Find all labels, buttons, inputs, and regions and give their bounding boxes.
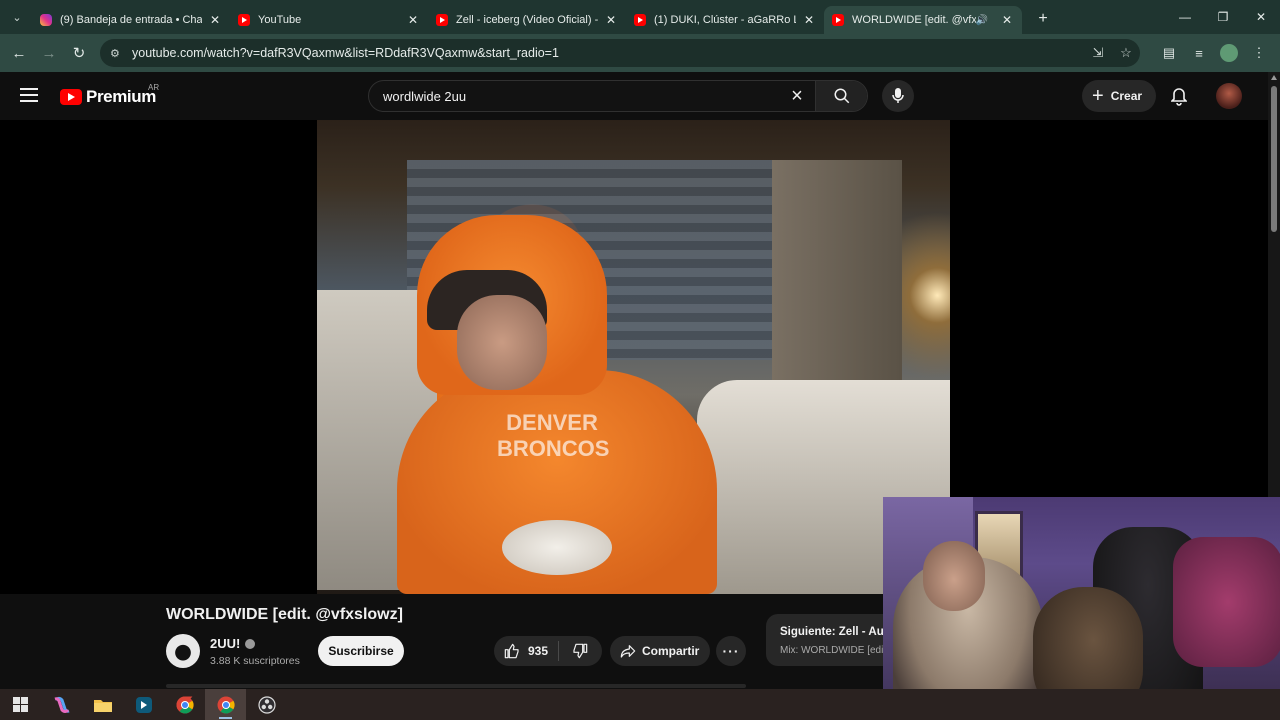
- tab-close-icon[interactable]: ✕: [406, 13, 420, 27]
- search-input[interactable]: wordlwide 2uu: [369, 89, 779, 104]
- like-count: 935: [528, 644, 549, 658]
- microphone-icon: [892, 88, 904, 103]
- tab-close-icon[interactable]: ✕: [1000, 13, 1014, 27]
- plus-icon: +: [1092, 85, 1104, 107]
- streamer-head: [923, 541, 985, 611]
- voice-search-button[interactable]: [882, 80, 914, 112]
- brand-label: Premium: [86, 87, 156, 106]
- hamburger-menu-icon[interactable]: [20, 88, 38, 102]
- tab-youtube[interactable]: YouTube ✕: [230, 6, 428, 34]
- webcam-overlay: [883, 497, 1280, 720]
- search-button[interactable]: [815, 81, 867, 111]
- subscriber-count: 3.88 K suscriptores: [210, 655, 300, 667]
- profile-icon[interactable]: [1214, 38, 1244, 68]
- channel-avatar[interactable]: [166, 634, 200, 668]
- scroll-up-arrow-icon[interactable]: [1271, 75, 1277, 80]
- subscribe-button[interactable]: Suscribirse: [318, 636, 404, 666]
- create-label: Crear: [1110, 89, 1143, 103]
- pink-blanket: [1173, 537, 1280, 667]
- tab-close-icon[interactable]: ✕: [604, 13, 618, 27]
- forward-button[interactable]: →: [34, 38, 64, 68]
- face: [457, 295, 547, 390]
- back-button[interactable]: ←: [4, 38, 34, 68]
- browser-toolbar: ← → ↻ ⚙ youtube.com/watch?v=dafR3VQaxmw&…: [0, 34, 1280, 72]
- tab-title: (1) DUKI, Clúster - aGaRRo La P: [654, 14, 796, 26]
- channel-name[interactable]: 2UU!: [210, 636, 240, 651]
- tab-title: YouTube: [258, 14, 302, 26]
- omnibox-actions: ⇲ ☆: [1084, 39, 1140, 67]
- tab-worldwide-active[interactable]: WORLDWIDE [edit. @vfxslo 🔊 ✕: [824, 6, 1022, 34]
- youtube-masthead: Premium AR wordlwide 2uu × + Crear: [0, 72, 1268, 120]
- youtube-icon: [634, 14, 646, 26]
- url-text[interactable]: youtube.com/watch?v=dafR3VQaxmw&list=RDd…: [132, 46, 559, 60]
- video-frame[interactable]: DENVER BRONCOS: [317, 120, 950, 594]
- obs-icon[interactable]: [246, 689, 287, 720]
- new-tab-button[interactable]: +: [1030, 6, 1056, 32]
- reload-button[interactable]: ↻: [64, 38, 94, 68]
- youtube-play-icon: [60, 89, 82, 105]
- tab-zell-iceberg[interactable]: Zell - iceberg (Video Oficial) - Y ✕: [428, 6, 626, 34]
- chrome-active-window-icon[interactable]: [205, 689, 246, 720]
- minimize-icon[interactable]: —: [1166, 0, 1204, 34]
- youtube-icon: [436, 14, 448, 26]
- up-next-title: Siguiente: Zell - Aura: [780, 626, 895, 638]
- address-bar[interactable]: ⚙ youtube.com/watch?v=dafR3VQaxmw&list=R…: [100, 39, 1140, 67]
- create-button[interactable]: + Crear: [1082, 80, 1156, 112]
- search-icon: [834, 88, 849, 104]
- search-box: wordlwide 2uu ×: [368, 80, 868, 112]
- tab-close-icon[interactable]: ✕: [802, 13, 816, 27]
- install-app-icon[interactable]: ⇲: [1084, 45, 1112, 61]
- close-window-icon[interactable]: ✕: [1242, 0, 1280, 34]
- youtube-icon: [832, 14, 844, 26]
- scrollbar-thumb[interactable]: [1271, 86, 1277, 232]
- share-label: Compartir: [642, 644, 700, 658]
- tab-instagram-chats[interactable]: (9) Bandeja de entrada • Chats ✕: [32, 6, 230, 34]
- site-info-icon[interactable]: ⚙: [110, 47, 130, 60]
- thumbs-down-icon: [573, 643, 588, 659]
- media-controls-icon[interactable]: ≡: [1184, 38, 1214, 68]
- instagram-icon: [40, 14, 52, 26]
- capcut-icon[interactable]: [123, 689, 164, 720]
- channel-name-row[interactable]: 2UU!: [210, 636, 256, 651]
- extensions-icon[interactable]: ▤: [1154, 38, 1184, 68]
- video-title: WORLDWIDE [edit. @vfxslowz]: [166, 606, 403, 623]
- speaker-icon[interactable]: 🔊: [976, 15, 988, 26]
- verified-badge-icon: [245, 639, 256, 649]
- toolbar-right: ▤ ≡ ⋮: [1154, 38, 1274, 68]
- copilot-icon[interactable]: [41, 689, 82, 720]
- tab-title: (9) Bandeja de entrada • Chats: [60, 14, 202, 26]
- share-button[interactable]: Compartir: [610, 636, 710, 666]
- tab-duki-cluster[interactable]: (1) DUKI, Clúster - aGaRRo La P ✕: [626, 6, 824, 34]
- country-code: AR: [148, 83, 160, 92]
- chrome-icon[interactable]: [164, 689, 205, 720]
- description-box-edge: [166, 684, 746, 688]
- youtube-icon: [238, 14, 250, 26]
- hoodie-print: DENVER BRONCOS: [497, 410, 610, 461]
- windows-logo-icon: [13, 697, 28, 712]
- file-explorer-icon[interactable]: [82, 689, 123, 720]
- like-button[interactable]: 935: [494, 643, 558, 659]
- thumbs-up-icon: [504, 643, 519, 659]
- share-arrow-icon: [620, 645, 636, 658]
- tab-close-icon[interactable]: ✕: [208, 13, 222, 27]
- tab-title: Zell - iceberg (Video Oficial) - Y: [456, 14, 598, 26]
- restore-icon[interactable]: ❐: [1204, 0, 1242, 34]
- more-actions-button[interactable]: ···: [716, 636, 746, 666]
- tab-search-chevron-icon[interactable]: ⌄: [6, 6, 28, 28]
- tab-title: WORLDWIDE [edit. @vfxslo: [852, 14, 976, 26]
- bookmark-star-icon[interactable]: ☆: [1112, 45, 1140, 61]
- browser-tab-strip: ⌄ (9) Bandeja de entrada • Chats ✕ YouTu…: [0, 0, 1280, 34]
- like-dislike-bar: 935: [494, 636, 602, 666]
- window-controls: — ❐ ✕: [1166, 0, 1280, 34]
- dislike-button[interactable]: [559, 643, 601, 659]
- account-avatar[interactable]: [1216, 83, 1242, 109]
- browser-menu-icon[interactable]: ⋮: [1244, 38, 1274, 68]
- windows-taskbar: [0, 689, 1280, 720]
- notifications-bell-icon[interactable]: [1166, 84, 1192, 110]
- clear-search-icon[interactable]: ×: [779, 85, 815, 108]
- broncos-logo: [502, 520, 612, 575]
- start-button[interactable]: [0, 689, 41, 720]
- youtube-premium-logo[interactable]: Premium AR: [60, 83, 159, 107]
- up-next-mix: Mix: WORLDWIDE [edit.: [780, 645, 889, 656]
